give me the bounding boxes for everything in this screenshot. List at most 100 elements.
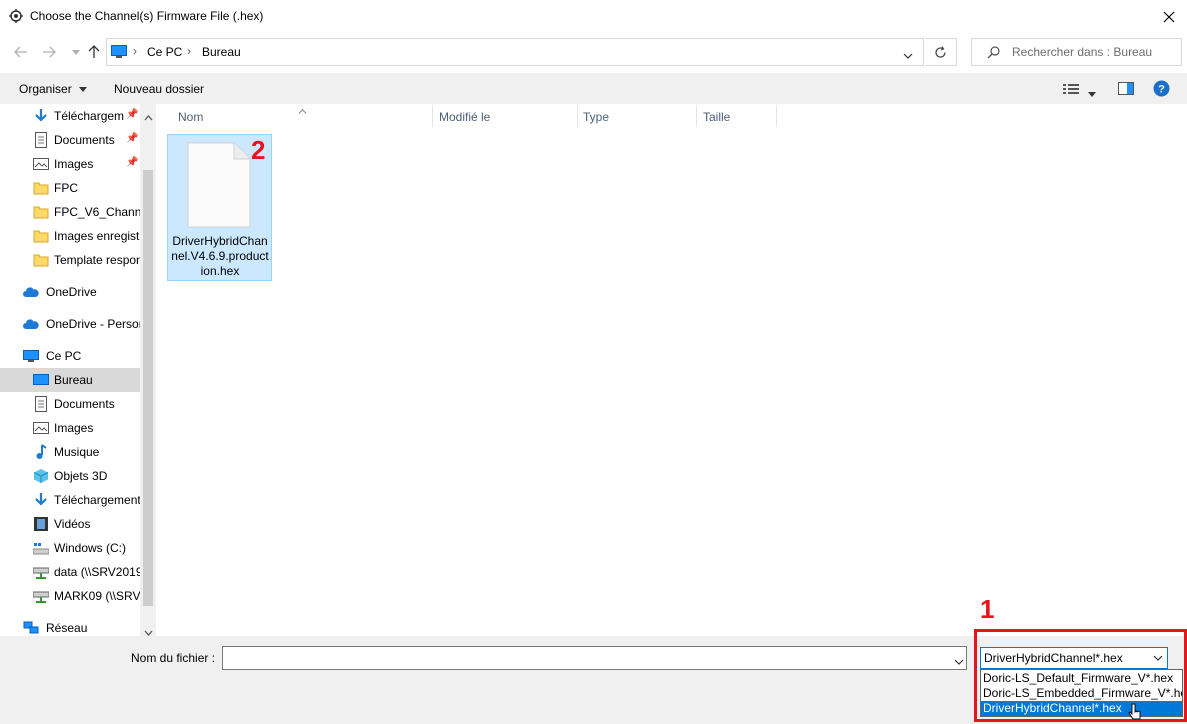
sidebar-item-label: Template responses xyxy=(54,253,140,267)
refresh-button[interactable] xyxy=(925,38,957,66)
sidebar-item-telechargements[interactable]: Téléchargements xyxy=(0,488,140,512)
search-icon xyxy=(987,46,1000,62)
sidebar-item-label: FPC xyxy=(54,181,78,195)
organize-label: Organiser xyxy=(19,82,72,96)
column-header-size[interactable]: Taille xyxy=(703,110,730,124)
network-drive-icon xyxy=(33,591,49,603)
folder-icon xyxy=(33,206,49,219)
search-box[interactable]: Rechercher dans : Bureau xyxy=(971,38,1182,66)
sidebar-item-label: OneDrive xyxy=(46,285,97,299)
forward-button[interactable] xyxy=(38,42,60,62)
filetype-option[interactable]: Doric-LS_Embedded_Firmware_V*.hex xyxy=(981,686,1182,701)
images-icon xyxy=(33,158,49,170)
address-bar[interactable]: › Ce PC › Bureau xyxy=(106,38,924,66)
column-header-modified[interactable]: Modifié le xyxy=(439,110,490,124)
sidebar-scroll-thumb[interactable] xyxy=(143,170,153,606)
pin-icon: 📌 xyxy=(126,109,139,120)
sidebar-item-label: Documents xyxy=(54,133,115,147)
sidebar-item-label: Documents xyxy=(54,397,115,411)
back-button[interactable] xyxy=(10,42,32,62)
close-button[interactable] xyxy=(1150,0,1187,33)
up-button[interactable] xyxy=(83,42,105,62)
sidebar-item-onedrive[interactable]: OneDrive xyxy=(0,280,140,304)
filetype-option[interactable]: Doric-LS_Default_Firmware_V*.hex xyxy=(981,671,1182,686)
annotation-number-2: 2 xyxy=(251,135,266,165)
images-icon xyxy=(33,422,49,434)
chevron-down-icon xyxy=(79,87,88,93)
arrow-right-icon xyxy=(43,46,56,58)
refresh-icon xyxy=(935,45,946,58)
sidebar-item-label: FPC_V6_Channels xyxy=(54,205,140,219)
breadcrumb-bureau[interactable]: Bureau xyxy=(202,45,241,59)
app-icon xyxy=(8,8,24,24)
video-icon xyxy=(34,517,48,531)
sidebar-item-ce-pc[interactable]: Ce PC xyxy=(0,344,140,368)
sort-ascending-icon xyxy=(298,103,307,117)
folder-icon xyxy=(33,230,49,243)
scroll-up-icon[interactable] xyxy=(144,110,153,124)
help-button[interactable]: ? xyxy=(1153,80,1170,100)
file-icon xyxy=(187,142,251,231)
filetype-option-active[interactable]: DriverHybridChannel*.hex xyxy=(981,701,1182,716)
document-icon xyxy=(35,132,47,148)
document-icon xyxy=(35,396,47,412)
sidebar-item-label: Objets 3D xyxy=(54,469,108,483)
sidebar-item-label: Images xyxy=(54,157,94,171)
sidebar-item-bureau[interactable]: Bureau xyxy=(0,368,140,392)
sidebar-item-documents[interactable]: Documents xyxy=(0,392,140,416)
chevron-down-icon xyxy=(1153,655,1163,661)
computer-icon xyxy=(23,350,39,362)
sidebar-item-reseau[interactable]: Réseau xyxy=(0,616,140,636)
sidebar-item-label: OneDrive - Personal xyxy=(46,317,140,331)
column-divider[interactable] xyxy=(577,105,578,127)
column-header-type[interactable]: Type xyxy=(583,110,609,124)
sidebar-item-documents-pinned[interactable]: Documents 📌 xyxy=(0,128,140,152)
breadcrumb-ce-pc[interactable]: Ce PC xyxy=(147,45,182,59)
network-drive-icon xyxy=(33,567,49,579)
sidebar-item-images-pinned[interactable]: Images 📌 xyxy=(0,152,140,176)
help-icon: ? xyxy=(1153,80,1170,97)
filename-dropdown-icon[interactable] xyxy=(954,654,964,668)
filename-input[interactable] xyxy=(222,646,967,670)
new-folder-button[interactable]: Nouveau dossier xyxy=(114,82,204,96)
sidebar-item-label: Bureau xyxy=(54,373,93,387)
sidebar-item-fpc-v6-channels[interactable]: FPC_V6_Channels xyxy=(0,200,140,224)
window-title: Choose the Channel(s) Firmware File (.he… xyxy=(30,9,264,23)
sidebar-item-template-responses[interactable]: Template responses xyxy=(0,248,140,272)
sidebar-item-windows-c[interactable]: Windows (C:) xyxy=(0,536,140,560)
music-icon xyxy=(36,444,47,459)
address-dropdown-icon[interactable] xyxy=(903,48,913,62)
sidebar-item-videos[interactable]: Vidéos xyxy=(0,512,140,536)
arrow-up-icon xyxy=(88,45,100,58)
sidebar-item-downloads-pinned[interactable]: Téléchargements 📌 xyxy=(0,104,140,128)
sidebar-item-musique[interactable]: Musique xyxy=(0,440,140,464)
sidebar-item-label: data (\\SRV2019- xyxy=(54,565,140,579)
view-dropdown-icon[interactable] xyxy=(1088,86,1096,100)
filename-label: Nom du fichier : xyxy=(131,651,216,665)
sidebar-item-label: Téléchargements xyxy=(54,493,140,507)
desktop-icon xyxy=(33,374,49,385)
sidebar-item-mark09-network[interactable]: MARK09 (\\SRV2 xyxy=(0,584,140,608)
computer-icon xyxy=(111,45,127,62)
download-icon xyxy=(35,493,47,506)
folder-icon xyxy=(33,182,49,195)
svg-text:?: ? xyxy=(1158,84,1165,96)
sidebar-item-images-enregistrees[interactable]: Images enregistrées xyxy=(0,224,140,248)
column-header-name[interactable]: Nom xyxy=(178,110,203,124)
sidebar-item-fpc[interactable]: FPC xyxy=(0,176,140,200)
filetype-select[interactable]: DriverHybridChannel*.hex xyxy=(980,647,1168,669)
sidebar-item-data-network[interactable]: data (\\SRV2019- xyxy=(0,560,140,584)
search-placeholder: Rechercher dans : Bureau xyxy=(1012,45,1153,59)
sidebar-item-label: Windows (C:) xyxy=(54,541,127,555)
column-divider[interactable] xyxy=(432,105,433,127)
view-options-button[interactable] xyxy=(1063,83,1079,98)
column-divider[interactable] xyxy=(776,105,777,127)
list-view-icon xyxy=(1063,84,1079,94)
sidebar-item-objets-3d[interactable]: Objets 3D xyxy=(0,464,140,488)
column-divider[interactable] xyxy=(696,105,697,127)
chevron-down-icon xyxy=(72,49,80,55)
preview-pane-button[interactable] xyxy=(1118,82,1134,98)
sidebar-item-onedrive-personal[interactable]: OneDrive - Personal xyxy=(0,312,140,336)
organize-button[interactable]: Organiser xyxy=(19,82,88,96)
sidebar-item-images[interactable]: Images xyxy=(0,416,140,440)
